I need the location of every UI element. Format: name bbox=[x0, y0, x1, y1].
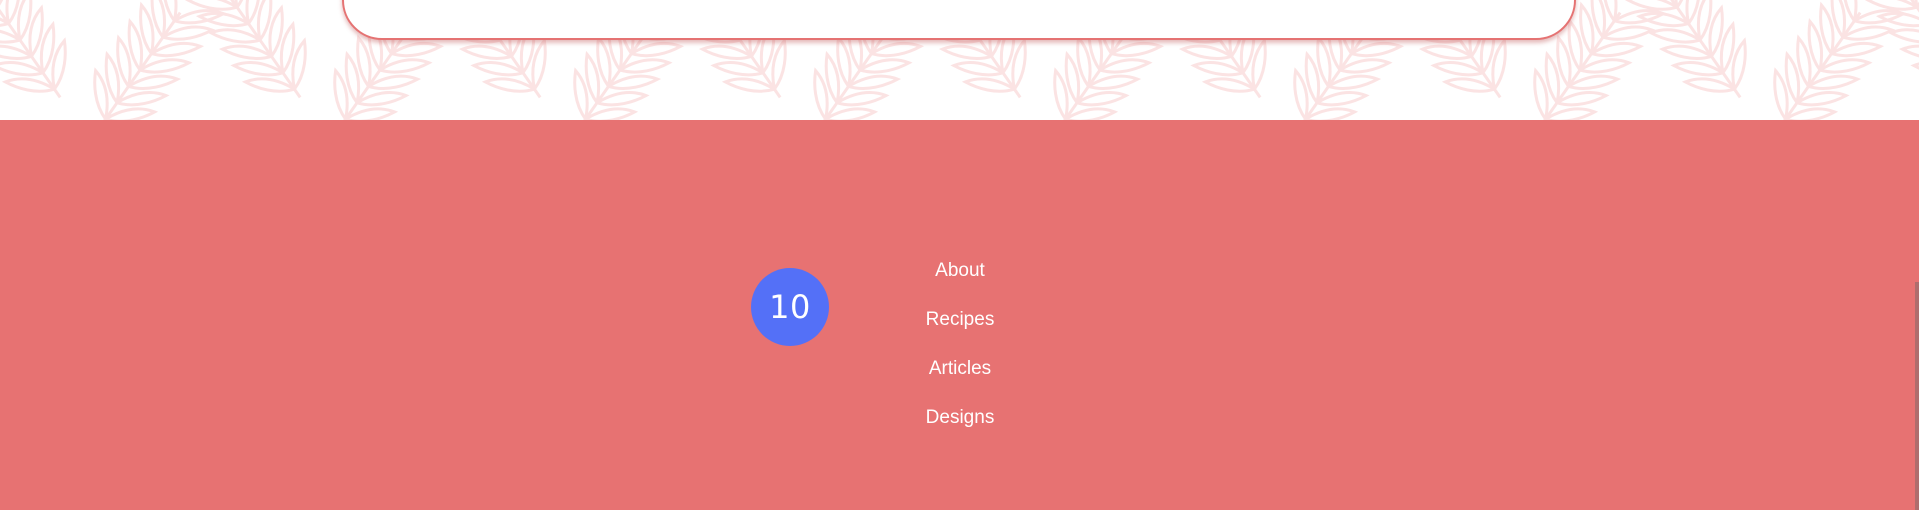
logo-badge-text: 10 bbox=[769, 288, 811, 326]
page: 10 About Recipes Articles Designs bbox=[0, 0, 1919, 510]
footer-link-articles[interactable]: Articles bbox=[929, 344, 991, 393]
content-card bbox=[342, 0, 1576, 40]
page-scrollbar[interactable] bbox=[1915, 282, 1919, 510]
site-footer: 10 About Recipes Articles Designs bbox=[0, 120, 1919, 510]
footer-nav: About Recipes Articles Designs bbox=[880, 246, 1040, 442]
logo-badge[interactable]: 10 bbox=[751, 268, 829, 346]
footer-link-recipes[interactable]: Recipes bbox=[926, 295, 995, 344]
footer-link-about[interactable]: About bbox=[935, 246, 985, 295]
footer-link-designs[interactable]: Designs bbox=[926, 393, 995, 442]
